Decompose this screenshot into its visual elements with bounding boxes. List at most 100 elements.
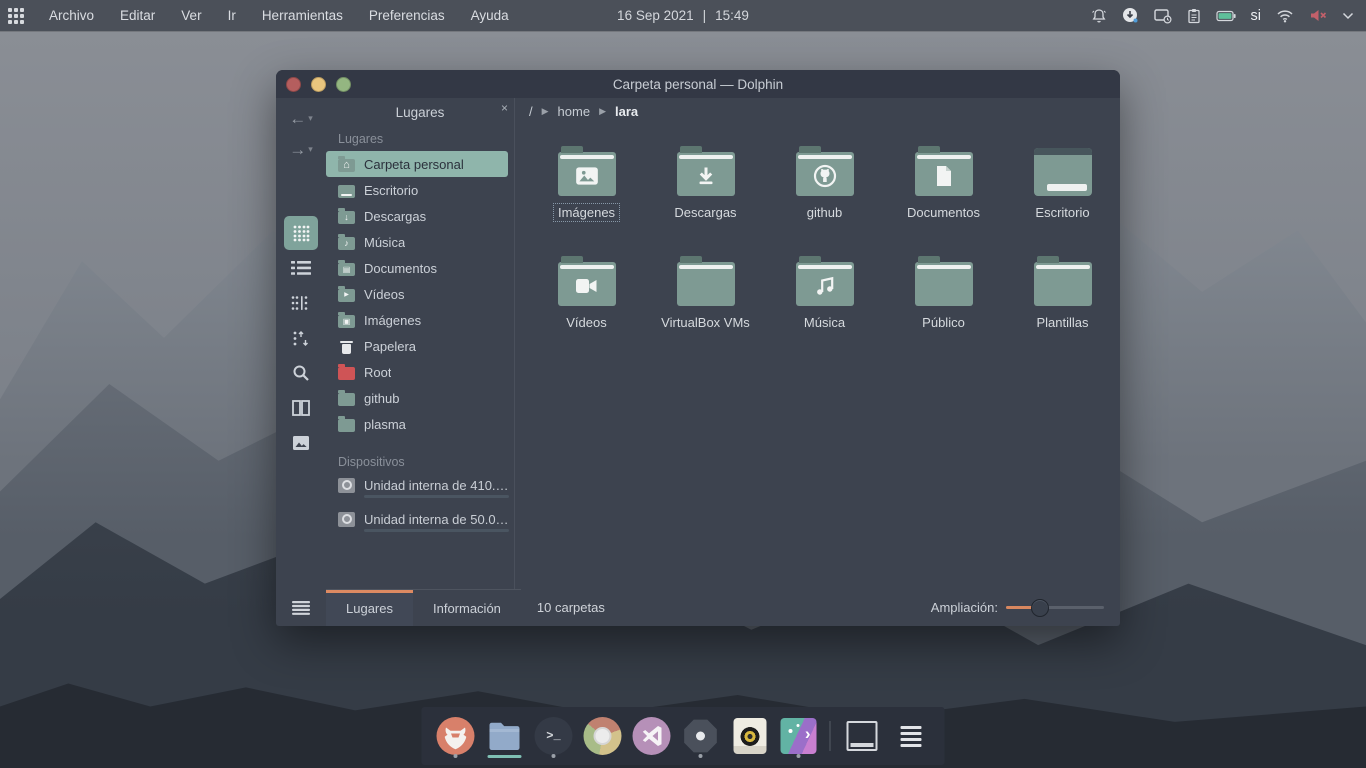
image-glyph-icon — [574, 165, 600, 187]
tray-expand-icon[interactable] — [1342, 12, 1354, 20]
back-icon: ← — [289, 110, 306, 127]
menu-preferencias[interactable]: Preferencias — [356, 0, 458, 31]
sidebar-item-musica[interactable]: Música — [326, 229, 514, 255]
places-panel-header[interactable]: Lugares × — [326, 100, 514, 124]
folder-view: / ▶ home ▶ lara Imágenes Descargas — [515, 98, 1120, 589]
sidebar-item-descargas[interactable]: Descargas — [326, 203, 514, 229]
download-folder-icon — [677, 152, 735, 196]
menu-archivo[interactable]: Archivo — [36, 0, 107, 31]
dock-show-desktop[interactable] — [842, 714, 882, 758]
sidebar-item-root[interactable]: Root — [326, 359, 514, 385]
battery-icon[interactable] — [1216, 10, 1236, 22]
folder-publico[interactable]: Público — [884, 246, 1003, 332]
clipboard-icon[interactable] — [1187, 8, 1201, 24]
volume-muted-icon[interactable] — [1309, 8, 1327, 23]
details-view-button[interactable] — [284, 251, 318, 285]
icons-view-icon — [292, 224, 310, 242]
device-usage-bar — [364, 529, 509, 532]
trash-icon — [338, 341, 355, 354]
wifi-icon[interactable] — [1276, 9, 1294, 23]
dock-image-tool[interactable]: › — [779, 714, 819, 758]
breadcrumb-arrow-icon: ▶ — [599, 106, 606, 117]
folder-videos[interactable]: Vídeos — [527, 246, 646, 332]
clock[interactable]: 16 Sep 2021 | 15:49 — [617, 8, 749, 23]
menu-ver[interactable]: Ver — [168, 0, 214, 31]
video-folder-icon — [558, 262, 616, 306]
keyboard-layout-indicator[interactable]: si — [1251, 8, 1261, 24]
places-section-label: Lugares — [326, 126, 514, 151]
folder-label: github — [802, 203, 847, 222]
folder-virtualbox-vms[interactable]: VirtualBox VMs — [646, 246, 765, 332]
hamburger-icon — [292, 601, 310, 615]
folder-label: Música — [799, 313, 850, 332]
sidebar-item-github[interactable]: github — [326, 385, 514, 411]
dock-separator — [830, 721, 831, 751]
icons-view-button[interactable] — [284, 216, 318, 250]
terminal-icon: >_ — [535, 717, 573, 755]
folder-escritorio[interactable]: Escritorio — [1003, 136, 1122, 222]
toolbar-strip: ← ▾ → ▾ — [276, 98, 326, 589]
hard-drive-icon — [338, 478, 355, 493]
document-glyph-icon — [933, 164, 955, 188]
music-folder-icon — [796, 262, 854, 306]
forward-button[interactable]: → ▾ — [289, 141, 313, 158]
github-glyph-icon — [812, 163, 838, 189]
breadcrumb-home[interactable]: home — [558, 104, 591, 119]
folder-musica[interactable]: Música — [765, 246, 884, 332]
split-view-button[interactable] — [284, 391, 318, 425]
folder-imagenes[interactable]: Imágenes — [527, 136, 646, 222]
folder-documentos[interactable]: Documentos — [884, 136, 1003, 222]
system-tray: si — [1091, 7, 1366, 24]
plain-folder-icon — [1034, 262, 1092, 306]
zoom-slider-handle[interactable] — [1031, 599, 1049, 617]
folder-plantillas[interactable]: Plantillas — [1003, 246, 1122, 332]
menu-ayuda[interactable]: Ayuda — [458, 0, 522, 31]
breadcrumb-root[interactable]: / — [529, 104, 533, 119]
close-panel-icon[interactable]: × — [501, 101, 508, 115]
breadcrumb-current[interactable]: lara — [615, 104, 638, 119]
sidebar-item-imagenes[interactable]: Imágenes — [326, 307, 514, 333]
folder-label: Escritorio — [1030, 203, 1094, 222]
dock-chromium[interactable] — [583, 714, 623, 758]
panel-menu-button[interactable] — [276, 589, 326, 626]
sidebar-item-documentos[interactable]: Documentos — [326, 255, 514, 281]
sidebar-item-escritorio[interactable]: Escritorio — [326, 177, 514, 203]
forward-history-caret-icon[interactable]: ▾ — [308, 144, 313, 155]
sidebar-device-2[interactable]: Unidad interna de 50.0… — [326, 508, 514, 542]
tab-lugares[interactable]: Lugares — [326, 590, 413, 626]
dock-settings[interactable] — [681, 714, 721, 758]
settings-icon — [684, 719, 718, 753]
software-updates-icon[interactable] — [1122, 7, 1139, 24]
search-button[interactable] — [284, 356, 318, 390]
dock-vscode[interactable] — [632, 714, 672, 758]
menu-editar[interactable]: Editar — [107, 0, 168, 31]
notifications-icon[interactable] — [1091, 8, 1107, 24]
tab-informacion[interactable]: Información — [413, 590, 521, 626]
preview-toggle-button[interactable] — [284, 426, 318, 460]
zoom-slider[interactable] — [1006, 606, 1104, 609]
sidebar-item-videos[interactable]: Vídeos — [326, 281, 514, 307]
folder-descargas[interactable]: Descargas — [646, 136, 765, 222]
sidebar-item-label: Escritorio — [364, 183, 418, 198]
sidebar-item-papelera[interactable]: Papelera — [326, 333, 514, 359]
compact-view-button[interactable] — [284, 286, 318, 320]
app-launcher-icon[interactable] — [8, 8, 24, 24]
back-history-caret-icon[interactable]: ▾ — [308, 113, 313, 124]
screen-layout-icon[interactable] — [1154, 8, 1172, 24]
dock-terminal[interactable]: >_ — [534, 714, 574, 758]
sort-order-button[interactable] — [284, 321, 318, 355]
folder-github[interactable]: github — [765, 136, 884, 222]
dock-file-manager[interactable] — [485, 714, 525, 758]
menu-herramientas[interactable]: Herramientas — [249, 0, 356, 31]
titlebar[interactable]: Carpeta personal — Dolphin — [276, 70, 1120, 98]
menu-ir[interactable]: Ir — [215, 0, 249, 31]
sidebar-device-1[interactable]: Unidad interna de 410.… — [326, 474, 514, 508]
dolphin-window: Carpeta personal — Dolphin ← ▾ → ▾ — [276, 70, 1120, 626]
back-button[interactable]: ← ▾ — [289, 110, 313, 127]
dock-firefox[interactable] — [436, 714, 476, 758]
sidebar-item-plasma[interactable]: plasma — [326, 411, 514, 437]
sidebar-item-carpeta-personal[interactable]: Carpeta personal — [326, 151, 508, 177]
dock-app-menu[interactable] — [891, 714, 931, 758]
folder-icon — [338, 393, 355, 406]
dock-media-player[interactable] — [730, 714, 770, 758]
